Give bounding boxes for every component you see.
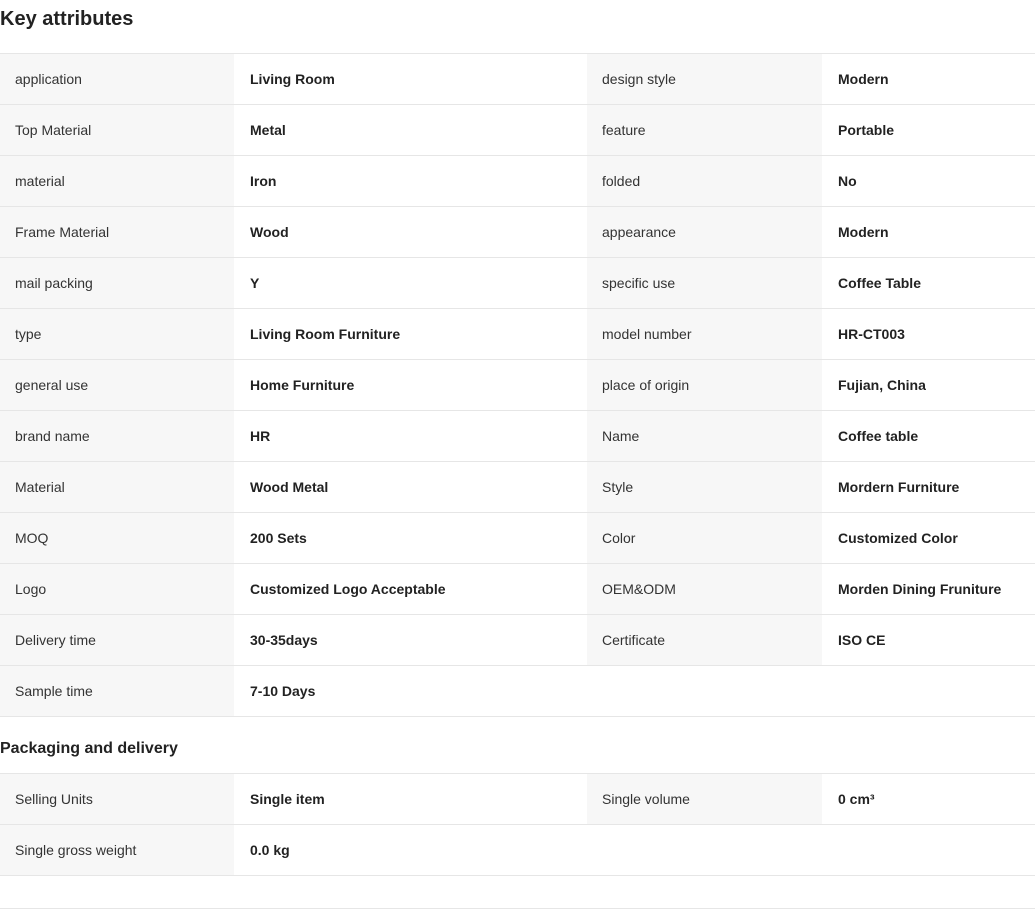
attribute-value: 0.0 kg — [234, 825, 587, 875]
attribute-value: Customized Color — [822, 513, 1035, 563]
attribute-name: Color — [587, 513, 822, 563]
attribute-row: general use Home Furniture place of orig… — [0, 360, 1035, 411]
attribute-name: Selling Units — [0, 774, 234, 824]
attribute-value: 30-35days — [234, 615, 587, 665]
attribute-name: OEM&ODM — [587, 564, 822, 614]
attribute-value: Modern — [822, 207, 1035, 257]
attribute-row: Frame Material Wood appearance Modern — [0, 207, 1035, 258]
attribute-name: Single volume — [587, 774, 822, 824]
attribute-value: 0 cm³ — [822, 774, 1035, 824]
attribute-row: brand name HR Name Coffee table — [0, 411, 1035, 462]
attribute-name: Logo — [0, 564, 234, 614]
packaging-delivery-title: Packaging and delivery — [0, 740, 178, 757]
attribute-name: Style — [587, 462, 822, 512]
attribute-row: Material Wood Metal Style Mordern Furnit… — [0, 462, 1035, 513]
attribute-value: Living Room — [234, 54, 587, 104]
attribute-name: design style — [587, 54, 822, 104]
attribute-name — [587, 666, 822, 716]
attribute-value: Single item — [234, 774, 587, 824]
attribute-row: Sample time 7-10 Days — [0, 666, 1035, 717]
attribute-row: Selling Units Single item Single volume … — [0, 774, 1035, 825]
attribute-value: Iron — [234, 156, 587, 206]
attribute-value: Customized Logo Acceptable — [234, 564, 587, 614]
attribute-row: type Living Room Furniture model number … — [0, 309, 1035, 360]
bottom-divider — [0, 908, 1035, 909]
attribute-name: Single gross weight — [0, 825, 234, 875]
attribute-row: Logo Customized Logo Acceptable OEM&ODM … — [0, 564, 1035, 615]
attribute-value: HR — [234, 411, 587, 461]
attribute-name: Name — [587, 411, 822, 461]
attribute-value — [822, 666, 1035, 716]
attribute-value: Portable — [822, 105, 1035, 155]
attribute-name: brand name — [0, 411, 234, 461]
attribute-value: Living Room Furniture — [234, 309, 587, 359]
attribute-name: Sample time — [0, 666, 234, 716]
attribute-value: Morden Dining Fruniture — [822, 564, 1035, 614]
attribute-name: appearance — [587, 207, 822, 257]
attribute-value: Fujian, China — [822, 360, 1035, 410]
attribute-value: Coffee Table — [822, 258, 1035, 308]
attribute-row: MOQ 200 Sets Color Customized Color — [0, 513, 1035, 564]
attribute-name: model number — [587, 309, 822, 359]
attribute-name: folded — [587, 156, 822, 206]
attribute-name: Delivery time — [0, 615, 234, 665]
attribute-value: 7-10 Days — [234, 666, 587, 716]
attribute-value: No — [822, 156, 1035, 206]
attribute-name — [587, 825, 822, 875]
attribute-row: Top Material Metal feature Portable — [0, 105, 1035, 156]
attribute-value: Wood Metal — [234, 462, 587, 512]
attribute-row: mail packing Y specific use Coffee Table — [0, 258, 1035, 309]
attribute-value: Modern — [822, 54, 1035, 104]
attribute-value — [822, 825, 1035, 875]
attribute-name: general use — [0, 360, 234, 410]
attribute-name: Material — [0, 462, 234, 512]
attribute-name: specific use — [587, 258, 822, 308]
attribute-row: Single gross weight 0.0 kg — [0, 825, 1035, 876]
attribute-name: material — [0, 156, 234, 206]
attribute-name: application — [0, 54, 234, 104]
attribute-value: Coffee table — [822, 411, 1035, 461]
attribute-value: Mordern Furniture — [822, 462, 1035, 512]
attribute-row: application Living Room design style Mod… — [0, 54, 1035, 105]
attribute-value: Wood — [234, 207, 587, 257]
attribute-name: Frame Material — [0, 207, 234, 257]
attribute-name: feature — [587, 105, 822, 155]
attribute-name: Certificate — [587, 615, 822, 665]
attribute-name: MOQ — [0, 513, 234, 563]
attribute-value: ISO CE — [822, 615, 1035, 665]
packaging-delivery-table: Selling Units Single item Single volume … — [0, 773, 1035, 876]
attribute-value: HR-CT003 — [822, 309, 1035, 359]
attribute-name: mail packing — [0, 258, 234, 308]
attribute-value: Metal — [234, 105, 587, 155]
key-attributes-title: Key attributes — [0, 8, 134, 30]
key-attributes-table: application Living Room design style Mod… — [0, 53, 1035, 717]
attribute-value: Home Furniture — [234, 360, 587, 410]
attribute-value: Y — [234, 258, 587, 308]
attribute-row: material Iron folded No — [0, 156, 1035, 207]
attribute-value: 200 Sets — [234, 513, 587, 563]
attribute-name: type — [0, 309, 234, 359]
attribute-name: place of origin — [587, 360, 822, 410]
attribute-name: Top Material — [0, 105, 234, 155]
attribute-row: Delivery time 30-35days Certificate ISO … — [0, 615, 1035, 666]
